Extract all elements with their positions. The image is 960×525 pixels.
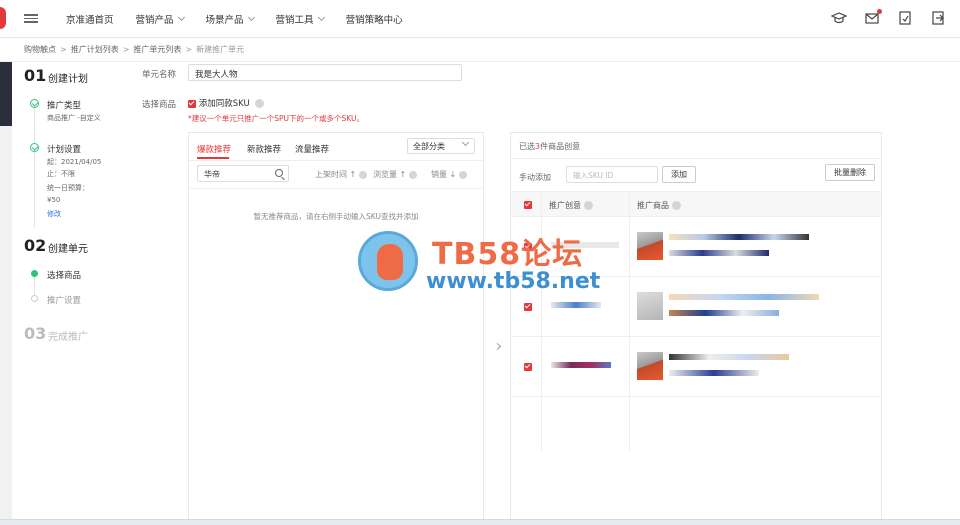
step-2-title: 创建单元 bbox=[48, 244, 88, 255]
side-strip bbox=[0, 62, 12, 525]
nav-scene-products[interactable]: 场景产品 bbox=[206, 12, 255, 26]
nav-marketing-tools[interactable]: 营销工具 bbox=[276, 12, 325, 26]
check-icon bbox=[30, 143, 39, 152]
add-sku-button[interactable]: 添加 bbox=[662, 166, 696, 183]
tab-new[interactable]: 新款推荐 bbox=[247, 143, 281, 155]
unit-name-input[interactable]: 我是大人物 bbox=[188, 64, 462, 81]
chevron-down-icon bbox=[247, 13, 255, 22]
step-3-number: 03 bbox=[24, 324, 47, 343]
breadcrumb-current: 新建推广单元 bbox=[196, 45, 245, 54]
col-creative: 推广创意 bbox=[549, 200, 593, 211]
menu-toggle-icon[interactable] bbox=[24, 12, 38, 26]
batch-delete-button[interactable]: 批量删除 bbox=[825, 164, 875, 181]
forum-watermark: TB58论坛 www.tb58.net bbox=[354, 225, 614, 305]
search-icon[interactable] bbox=[275, 169, 283, 177]
exit-icon[interactable] bbox=[930, 10, 946, 26]
promo-type-label: 推广类型 bbox=[47, 101, 82, 111]
check-icon bbox=[30, 99, 39, 108]
category-select[interactable]: 全部分类 bbox=[407, 138, 475, 154]
brand-logo[interactable] bbox=[0, 7, 6, 29]
select-goods-label: 选择商品 bbox=[142, 100, 177, 110]
nav-marketing-products[interactable]: 营销产品 bbox=[136, 12, 185, 26]
help-icon[interactable] bbox=[255, 99, 265, 108]
tab-hot[interactable]: 爆款推荐 bbox=[197, 143, 231, 155]
table-row bbox=[511, 338, 881, 397]
graduation-cap-icon[interactable] bbox=[830, 10, 848, 26]
chevron-down-icon bbox=[317, 13, 325, 22]
sort-views[interactable]: 浏览量 ↑ bbox=[373, 169, 418, 180]
watermark-title: TB58论坛 bbox=[432, 237, 584, 272]
select-goods-step: 选择商品 bbox=[47, 271, 82, 281]
breadcrumb-touchpoint[interactable]: 购物触点 bbox=[24, 44, 56, 55]
step-2-number: 02 bbox=[24, 236, 47, 255]
product-thumbnail bbox=[637, 352, 663, 380]
help-icon[interactable] bbox=[672, 201, 681, 210]
manual-add-label: 手动添加 bbox=[519, 173, 551, 182]
unit-name-label: 单元名称 bbox=[142, 70, 177, 80]
budget-value: ¥50 bbox=[47, 196, 61, 204]
sku-id-input[interactable]: 输入SKU ID bbox=[566, 166, 658, 183]
breadcrumb-unit-list[interactable]: 推广单元列表 bbox=[133, 44, 181, 55]
breadcrumb: 购物触点 > 推广计划列表 > 推广单元列表 > 新建推广单元 bbox=[0, 38, 960, 62]
help-icon[interactable] bbox=[359, 170, 368, 179]
step-1-number: 01 bbox=[24, 66, 47, 85]
active-step-dot bbox=[31, 270, 38, 277]
promo-type-value: 商品推广 -自定义 bbox=[47, 114, 101, 122]
goods-search-input[interactable]: 华帝 bbox=[197, 165, 289, 182]
col-goods: 推广商品 bbox=[637, 200, 681, 211]
nav-home[interactable]: 京准通首页 bbox=[66, 12, 114, 26]
bottom-bar bbox=[0, 519, 960, 525]
watermark-url: www.tb58.net bbox=[426, 269, 601, 294]
edit-plan-link[interactable]: 修改 bbox=[47, 208, 61, 220]
main-nav: 京准通首页 营销产品 场景产品 营销工具 营销策略中心 bbox=[66, 0, 425, 38]
same-sku-checkbox[interactable]: 添加同款SKU bbox=[188, 97, 265, 109]
unread-dot bbox=[877, 9, 882, 14]
chevron-down-icon bbox=[461, 138, 470, 147]
spu-hint: *建议一个单元只推广一个SPU下的一个或多个SKU。 bbox=[188, 114, 364, 123]
help-icon[interactable] bbox=[584, 201, 593, 210]
document-icon[interactable] bbox=[897, 10, 913, 26]
chevron-down-icon bbox=[177, 13, 185, 22]
budget-label: 统一日预算： bbox=[47, 184, 89, 192]
empty-message: 暂无推荐商品，请在右侧手动输入SKU查找并添加 bbox=[253, 212, 419, 221]
product-thumbnail bbox=[637, 232, 663, 260]
step-3-title: 完成推广 bbox=[48, 332, 88, 343]
hand-logo-icon bbox=[358, 231, 418, 291]
plan-end-date: 止：不限 bbox=[47, 170, 75, 178]
selected-panel: 已选3件商品创意 手动添加 输入SKU ID 添加 批量删除 推广创意 推广商品 bbox=[510, 132, 882, 525]
step-1-title: 创建计划 bbox=[48, 74, 88, 85]
mail-icon[interactable] bbox=[864, 9, 882, 26]
plan-start-date: 起：2021/04/05 bbox=[47, 158, 102, 166]
row-checkbox[interactable] bbox=[524, 363, 532, 371]
step-sidebar: 01 创建计划 推广类型 商品推广 -自定义 计划设置 起：2021/04/05… bbox=[0, 62, 118, 525]
select-all-checkbox[interactable] bbox=[524, 201, 532, 209]
top-navbar: 京准通首页 营销产品 场景产品 营销工具 营销策略中心 bbox=[0, 0, 960, 38]
recommend-panel: 爆款推荐 新款推荐 流量推荐 全部分类 华帝 上架时间 ↑ 浏览量 ↑ 销量 ↓… bbox=[188, 132, 484, 525]
checkbox-checked-icon bbox=[188, 99, 196, 108]
table-header: 推广创意 推广商品 bbox=[511, 191, 881, 217]
pending-step-dot bbox=[31, 295, 38, 302]
product-thumbnail bbox=[637, 292, 663, 320]
promo-settings-step: 推广设置 bbox=[47, 296, 82, 306]
plan-settings-label: 计划设置 bbox=[47, 145, 82, 155]
help-icon[interactable] bbox=[459, 170, 468, 179]
sort-sales[interactable]: 销量 ↓ bbox=[431, 169, 468, 180]
breadcrumb-plan-list[interactable]: 推广计划列表 bbox=[71, 44, 119, 55]
help-icon[interactable] bbox=[409, 170, 418, 179]
nav-strategy-center[interactable]: 营销策略中心 bbox=[346, 12, 403, 26]
sort-shelf-time[interactable]: 上架时间 ↑ bbox=[315, 169, 368, 180]
tab-traffic[interactable]: 流量推荐 bbox=[295, 143, 329, 155]
chevron-right-icon[interactable] bbox=[493, 342, 502, 351]
selected-count: 已选3件商品创意 bbox=[511, 133, 881, 159]
